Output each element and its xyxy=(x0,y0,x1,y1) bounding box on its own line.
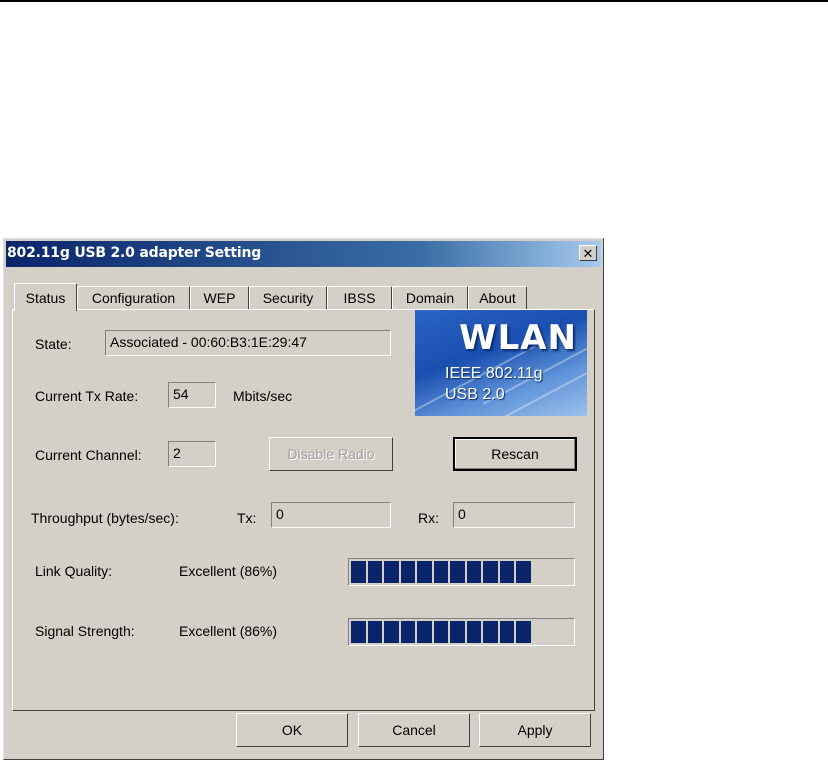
tab-status[interactable]: Status xyxy=(14,283,77,311)
meter-segment xyxy=(367,561,382,583)
tab-about[interactable]: About xyxy=(468,286,527,309)
channel-field: 2 xyxy=(168,441,216,467)
close-button[interactable]: ✕ xyxy=(579,245,597,261)
signal-strength-meter xyxy=(348,618,575,646)
tx-throughput-field: 0 xyxy=(271,502,391,528)
logo-standard: IEEE 802.11g xyxy=(445,365,543,382)
meter-segment xyxy=(466,561,481,583)
meter-segment xyxy=(400,561,415,583)
meter-segment xyxy=(417,561,432,583)
meter-segment xyxy=(351,621,366,643)
meter-segment xyxy=(384,621,399,643)
close-icon: ✕ xyxy=(582,245,594,261)
window-title: 802.11g USB 2.0 adapter Setting xyxy=(7,245,262,261)
meter-segment xyxy=(483,561,498,583)
meter-segment xyxy=(450,561,465,583)
meter-segment xyxy=(499,561,514,583)
title-bar[interactable]: 802.11g USB 2.0 adapter Setting ✕ xyxy=(6,241,601,267)
tx-rate-field: 54 xyxy=(168,382,216,408)
tab-wep[interactable]: WEP xyxy=(190,286,249,309)
logo-interface: USB 2.0 xyxy=(445,386,505,403)
wlan-logo: WLAN IEEE 802.11g USB 2.0 xyxy=(415,310,587,416)
meter-segment xyxy=(516,561,531,583)
ok-button[interactable]: OK xyxy=(236,713,348,747)
link-quality-meter xyxy=(348,558,575,586)
apply-button[interactable]: Apply xyxy=(479,713,591,747)
tab-configuration[interactable]: Configuration xyxy=(77,286,190,309)
meter-segment xyxy=(367,621,382,643)
meter-segment xyxy=(433,621,448,643)
meter-segment xyxy=(516,621,531,643)
meter-segment xyxy=(351,561,366,583)
meter-segment xyxy=(384,561,399,583)
tab-domain[interactable]: Domain xyxy=(392,286,468,309)
rx-throughput-field: 0 xyxy=(453,502,575,528)
meter-segment xyxy=(433,561,448,583)
tab-ibss[interactable]: IBSS xyxy=(327,286,392,309)
meter-segment xyxy=(466,621,481,643)
state-label: State: xyxy=(35,336,72,352)
tx-rate-unit: Mbits/sec xyxy=(233,388,293,404)
meter-segment xyxy=(450,621,465,643)
status-panel: State: Associated - 00:60:B3:1E:29:47 WL… xyxy=(12,309,595,711)
meter-segment xyxy=(499,621,514,643)
signal-strength-label: Signal Strength: xyxy=(35,623,135,639)
wlan-settings-dialog: 802.11g USB 2.0 adapter Setting ✕ Status… xyxy=(3,238,604,760)
state-field: Associated - 00:60:B3:1E:29:47 xyxy=(105,330,391,356)
throughput-label: Throughput (bytes/sec): xyxy=(31,510,179,526)
disable-radio-button[interactable]: Disable Radio xyxy=(269,437,393,471)
meter-segment xyxy=(417,621,432,643)
link-quality-value: Excellent (86%) xyxy=(179,563,278,579)
meter-segment xyxy=(483,621,498,643)
rescan-button[interactable]: Rescan xyxy=(453,437,577,471)
meter-segment xyxy=(400,621,415,643)
channel-label: Current Channel: xyxy=(35,447,142,463)
logo-title: WLAN xyxy=(459,318,577,358)
top-rule xyxy=(0,0,828,2)
tx-label: Tx: xyxy=(237,510,257,526)
tx-rate-label: Current Tx Rate: xyxy=(35,388,139,404)
cancel-button[interactable]: Cancel xyxy=(358,713,470,747)
rx-label: Rx: xyxy=(418,510,439,526)
link-quality-label: Link Quality: xyxy=(35,563,113,579)
tab-security[interactable]: Security xyxy=(249,286,327,309)
signal-strength-value: Excellent (86%) xyxy=(179,623,278,639)
